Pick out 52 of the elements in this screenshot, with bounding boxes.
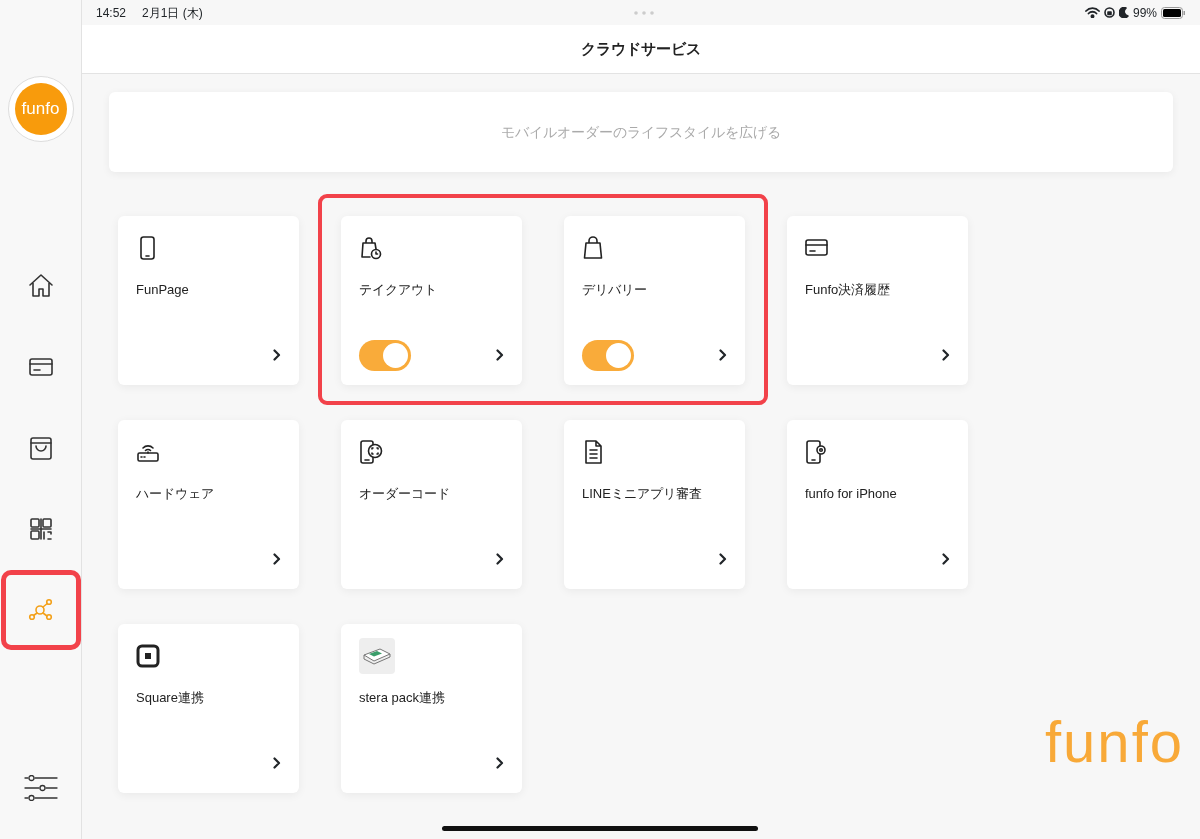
chevron-right-icon [942,553,950,565]
card-title: Funfo決済履歴 [805,281,892,299]
service-card[interactable]: ハードウェア [118,420,299,589]
chevron-right-icon [496,349,504,361]
service-card[interactable]: LINEミニアプリ審査 [564,420,745,589]
card-title: デリバリー [582,281,648,299]
battery-icon [1161,6,1186,19]
page-title: クラウドサービス [581,38,701,59]
bag-clock-icon [359,236,383,260]
card-title: Square連携 [136,689,205,707]
toggle-switch[interactable] [582,339,634,371]
home-icon [26,272,55,300]
moon-icon [1118,7,1129,18]
logo-text: funfo [14,83,67,135]
banner-text: モバイルオーダーのライフスタイルを広げる [501,122,781,142]
brand-logo: funfo [1045,713,1184,771]
card-title: funfo for iPhone [805,485,898,503]
card-terminal-picture [359,638,395,674]
chevron-right-icon [719,553,727,565]
service-card[interactable]: Funfo決済履歴 [787,216,968,385]
service-card[interactable]: FunPage [118,216,299,385]
card-title: テイクアウト [359,281,438,299]
status-date: 2月1日 (木) [142,4,203,22]
service-card[interactable]: テイクアウト [341,216,522,385]
chevron-right-icon [496,553,504,565]
chevron-right-icon [496,757,504,769]
battery-percent: 99% [1132,4,1157,22]
phone-scan-icon [359,440,383,464]
settings-sliders-icon[interactable] [22,775,59,801]
service-card[interactable]: stera pack連携 [341,624,522,793]
chevron-right-icon [719,349,727,361]
card-title: ハードウェア [136,485,215,503]
chevron-right-icon [273,349,281,361]
rotation-lock-icon [1103,7,1115,18]
service-card[interactable]: Square連携 [118,624,299,793]
card-title: stera pack連携 [359,689,446,707]
square-logo-icon [136,644,160,668]
card-title: FunPage [136,281,190,299]
multitask-dots-icon [632,10,655,15]
toggle-switch[interactable] [359,339,411,371]
chevron-right-icon [273,553,281,565]
service-card[interactable]: funfo for iPhone [787,420,968,589]
wifi-icon [1084,7,1100,18]
card-title: LINEミニアプリ審査 [582,485,703,503]
card-title: オーダーコード [359,485,451,503]
sidebar-nav-button[interactable] [0,570,81,650]
chevron-right-icon [273,757,281,769]
phone-gear-icon [805,440,829,464]
service-card[interactable]: オーダーコード [341,420,522,589]
chevron-right-icon [942,349,950,361]
status-time: 14:52 [96,4,127,22]
service-card[interactable]: デリバリー [564,216,745,385]
